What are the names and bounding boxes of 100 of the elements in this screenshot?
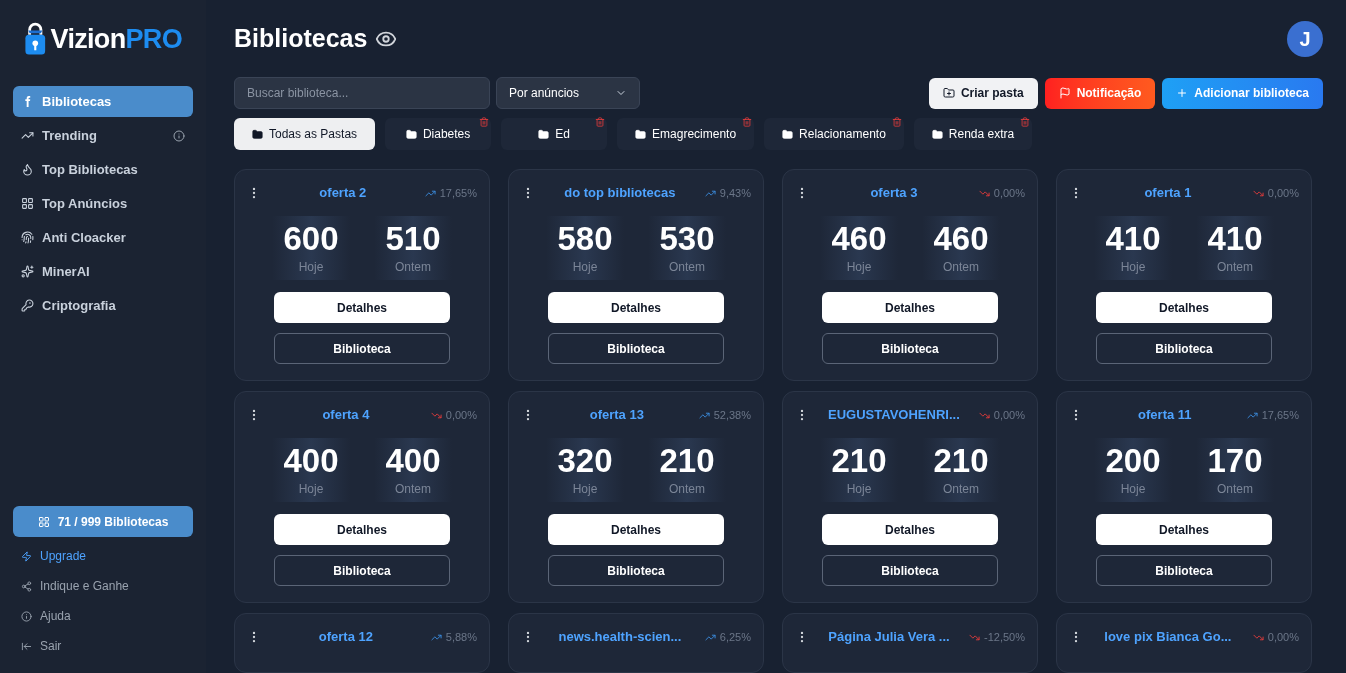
library-button[interactable]: Biblioteca: [1096, 333, 1272, 364]
grid-icon: [21, 197, 34, 210]
sidebar-item[interactable]: Criptografia: [13, 290, 193, 321]
count-label: Ontem: [669, 481, 705, 498]
details-button[interactable]: Detalhes: [548, 514, 724, 545]
create-folder-button[interactable]: Criar pasta: [928, 77, 1038, 109]
details-button[interactable]: Detalhes: [274, 292, 450, 323]
trash-icon[interactable]: [891, 117, 902, 127]
count-value: 410: [1207, 220, 1263, 258]
trend-change: 9,43%: [704, 184, 751, 202]
details-button[interactable]: Detalhes: [1096, 514, 1272, 545]
trend-change: 52,38%: [698, 406, 751, 424]
library-name[interactable]: oferta 3: [809, 183, 979, 203]
sidebar-link[interactable]: Indique e Ganhe: [13, 571, 193, 601]
user-avatar[interactable]: J: [1287, 20, 1323, 57]
trend-change: 0,00%: [1252, 628, 1299, 646]
key-icon: [21, 299, 34, 312]
library-name[interactable]: oferta 2: [261, 183, 425, 203]
sidebar-item[interactable]: Trending: [13, 120, 193, 151]
library-button[interactable]: Biblioteca: [274, 333, 450, 364]
library-button[interactable]: Biblioteca: [274, 555, 450, 586]
trend-change: 0,00%: [978, 406, 1025, 424]
count-label: Ontem: [395, 259, 431, 276]
details-button[interactable]: Detalhes: [1096, 292, 1272, 323]
library-quota-button[interactable]: 71 / 999 Bibliotecas: [13, 506, 193, 537]
library-button[interactable]: Biblioteca: [1096, 555, 1272, 586]
library-name[interactable]: news.health-scien...: [535, 627, 705, 647]
folder-icon: [635, 128, 647, 140]
trash-icon[interactable]: [479, 117, 490, 127]
folder-plus-icon: [942, 87, 955, 99]
library-name[interactable]: love pix Bianca Go...: [1083, 627, 1253, 647]
folder-tab[interactable]: Emagrecimento: [617, 118, 755, 150]
details-button[interactable]: Detalhes: [274, 514, 450, 545]
library-button[interactable]: Biblioteca: [822, 555, 998, 586]
count-value: 460: [933, 220, 989, 258]
sidebar-link[interactable]: Sair: [13, 631, 193, 661]
library-name[interactable]: oferta 12: [261, 627, 431, 647]
folder-icon: [405, 128, 417, 140]
folder-tab[interactable]: Ed: [501, 118, 608, 150]
folder-icon: [782, 128, 794, 140]
library-name[interactable]: oferta 1: [1083, 183, 1253, 203]
sidebar-link[interactable]: Ajuda: [13, 601, 193, 631]
search-field[interactable]: Buscar biblioteca...: [234, 77, 490, 109]
details-button[interactable]: Detalhes: [822, 514, 998, 545]
count-value: 210: [933, 442, 989, 480]
sort-dropdown[interactable]: Por anúncios: [496, 77, 640, 109]
sparkles-icon: [21, 265, 34, 278]
count-label: Hoje: [846, 259, 872, 276]
folder-icon: [538, 128, 550, 140]
count-value: 170: [1207, 442, 1263, 480]
library-name[interactable]: oferta 11: [1083, 405, 1247, 425]
count-value: 530: [659, 220, 715, 258]
trend-change: 17,65%: [1246, 406, 1299, 424]
library-button[interactable]: Biblioteca: [822, 333, 998, 364]
count-value: 320: [557, 442, 613, 480]
trend-change: 0,00%: [1252, 184, 1299, 202]
library-name[interactable]: oferta 4: [261, 405, 431, 425]
count-value: 210: [831, 442, 887, 480]
library-button[interactable]: Biblioteca: [548, 555, 724, 586]
folder-tab[interactable]: Relacionamento: [764, 118, 904, 150]
count-label: Ontem: [1217, 259, 1253, 276]
count-label: Ontem: [943, 481, 979, 498]
trash-icon[interactable]: [742, 117, 753, 127]
library-name[interactable]: do top bibliotecas: [535, 183, 705, 203]
library-name[interactable]: Página Julia Vera ...: [809, 627, 969, 647]
folder-icon: [931, 128, 943, 140]
sidebar-item[interactable]: Top Anúncios: [13, 188, 193, 219]
folder-tab[interactable]: Todas as Pastas: [234, 118, 376, 150]
add-library-button[interactable]: Adicionar biblioteca: [1162, 77, 1323, 109]
folder-tab[interactable]: Diabetes: [385, 118, 492, 150]
count-label: Ontem: [395, 481, 431, 498]
share-icon: [21, 580, 32, 592]
count-value: 200: [1105, 442, 1161, 480]
trend-change: -12,50%: [969, 628, 1025, 646]
sidebar-item[interactable]: Bibliotecas: [13, 86, 193, 117]
count-label: Ontem: [1217, 481, 1253, 498]
library-name[interactable]: EUGUSTAVOHENRI...: [809, 405, 979, 425]
count-value: 410: [1105, 220, 1161, 258]
sidebar-link[interactable]: Upgrade: [13, 541, 193, 571]
count-value: 510: [385, 220, 441, 258]
trash-icon[interactable]: [1020, 117, 1031, 127]
info-icon: [21, 610, 32, 622]
count-label: Hoje: [572, 481, 598, 498]
library-button[interactable]: Biblioteca: [548, 333, 724, 364]
sidebar-item[interactable]: MinerAI: [13, 256, 193, 287]
count-value: 460: [831, 220, 887, 258]
trend-change: 17,65%: [424, 184, 477, 202]
count-value: 400: [385, 442, 441, 480]
trend-change: 6,25%: [704, 628, 751, 646]
grid-icon: [37, 515, 50, 528]
plus-icon: [1176, 87, 1189, 99]
sidebar-item[interactable]: Top Bibliotecas: [13, 154, 193, 185]
details-button[interactable]: Detalhes: [548, 292, 724, 323]
folder-tab[interactable]: Renda extra: [913, 118, 1033, 150]
fingerprint-icon: [21, 231, 34, 244]
count-value: 210: [659, 442, 715, 480]
trash-icon[interactable]: [595, 117, 606, 127]
details-button[interactable]: Detalhes: [822, 292, 998, 323]
library-name[interactable]: oferta 13: [535, 405, 699, 425]
sidebar-item[interactable]: Anti Cloacker: [13, 222, 193, 253]
